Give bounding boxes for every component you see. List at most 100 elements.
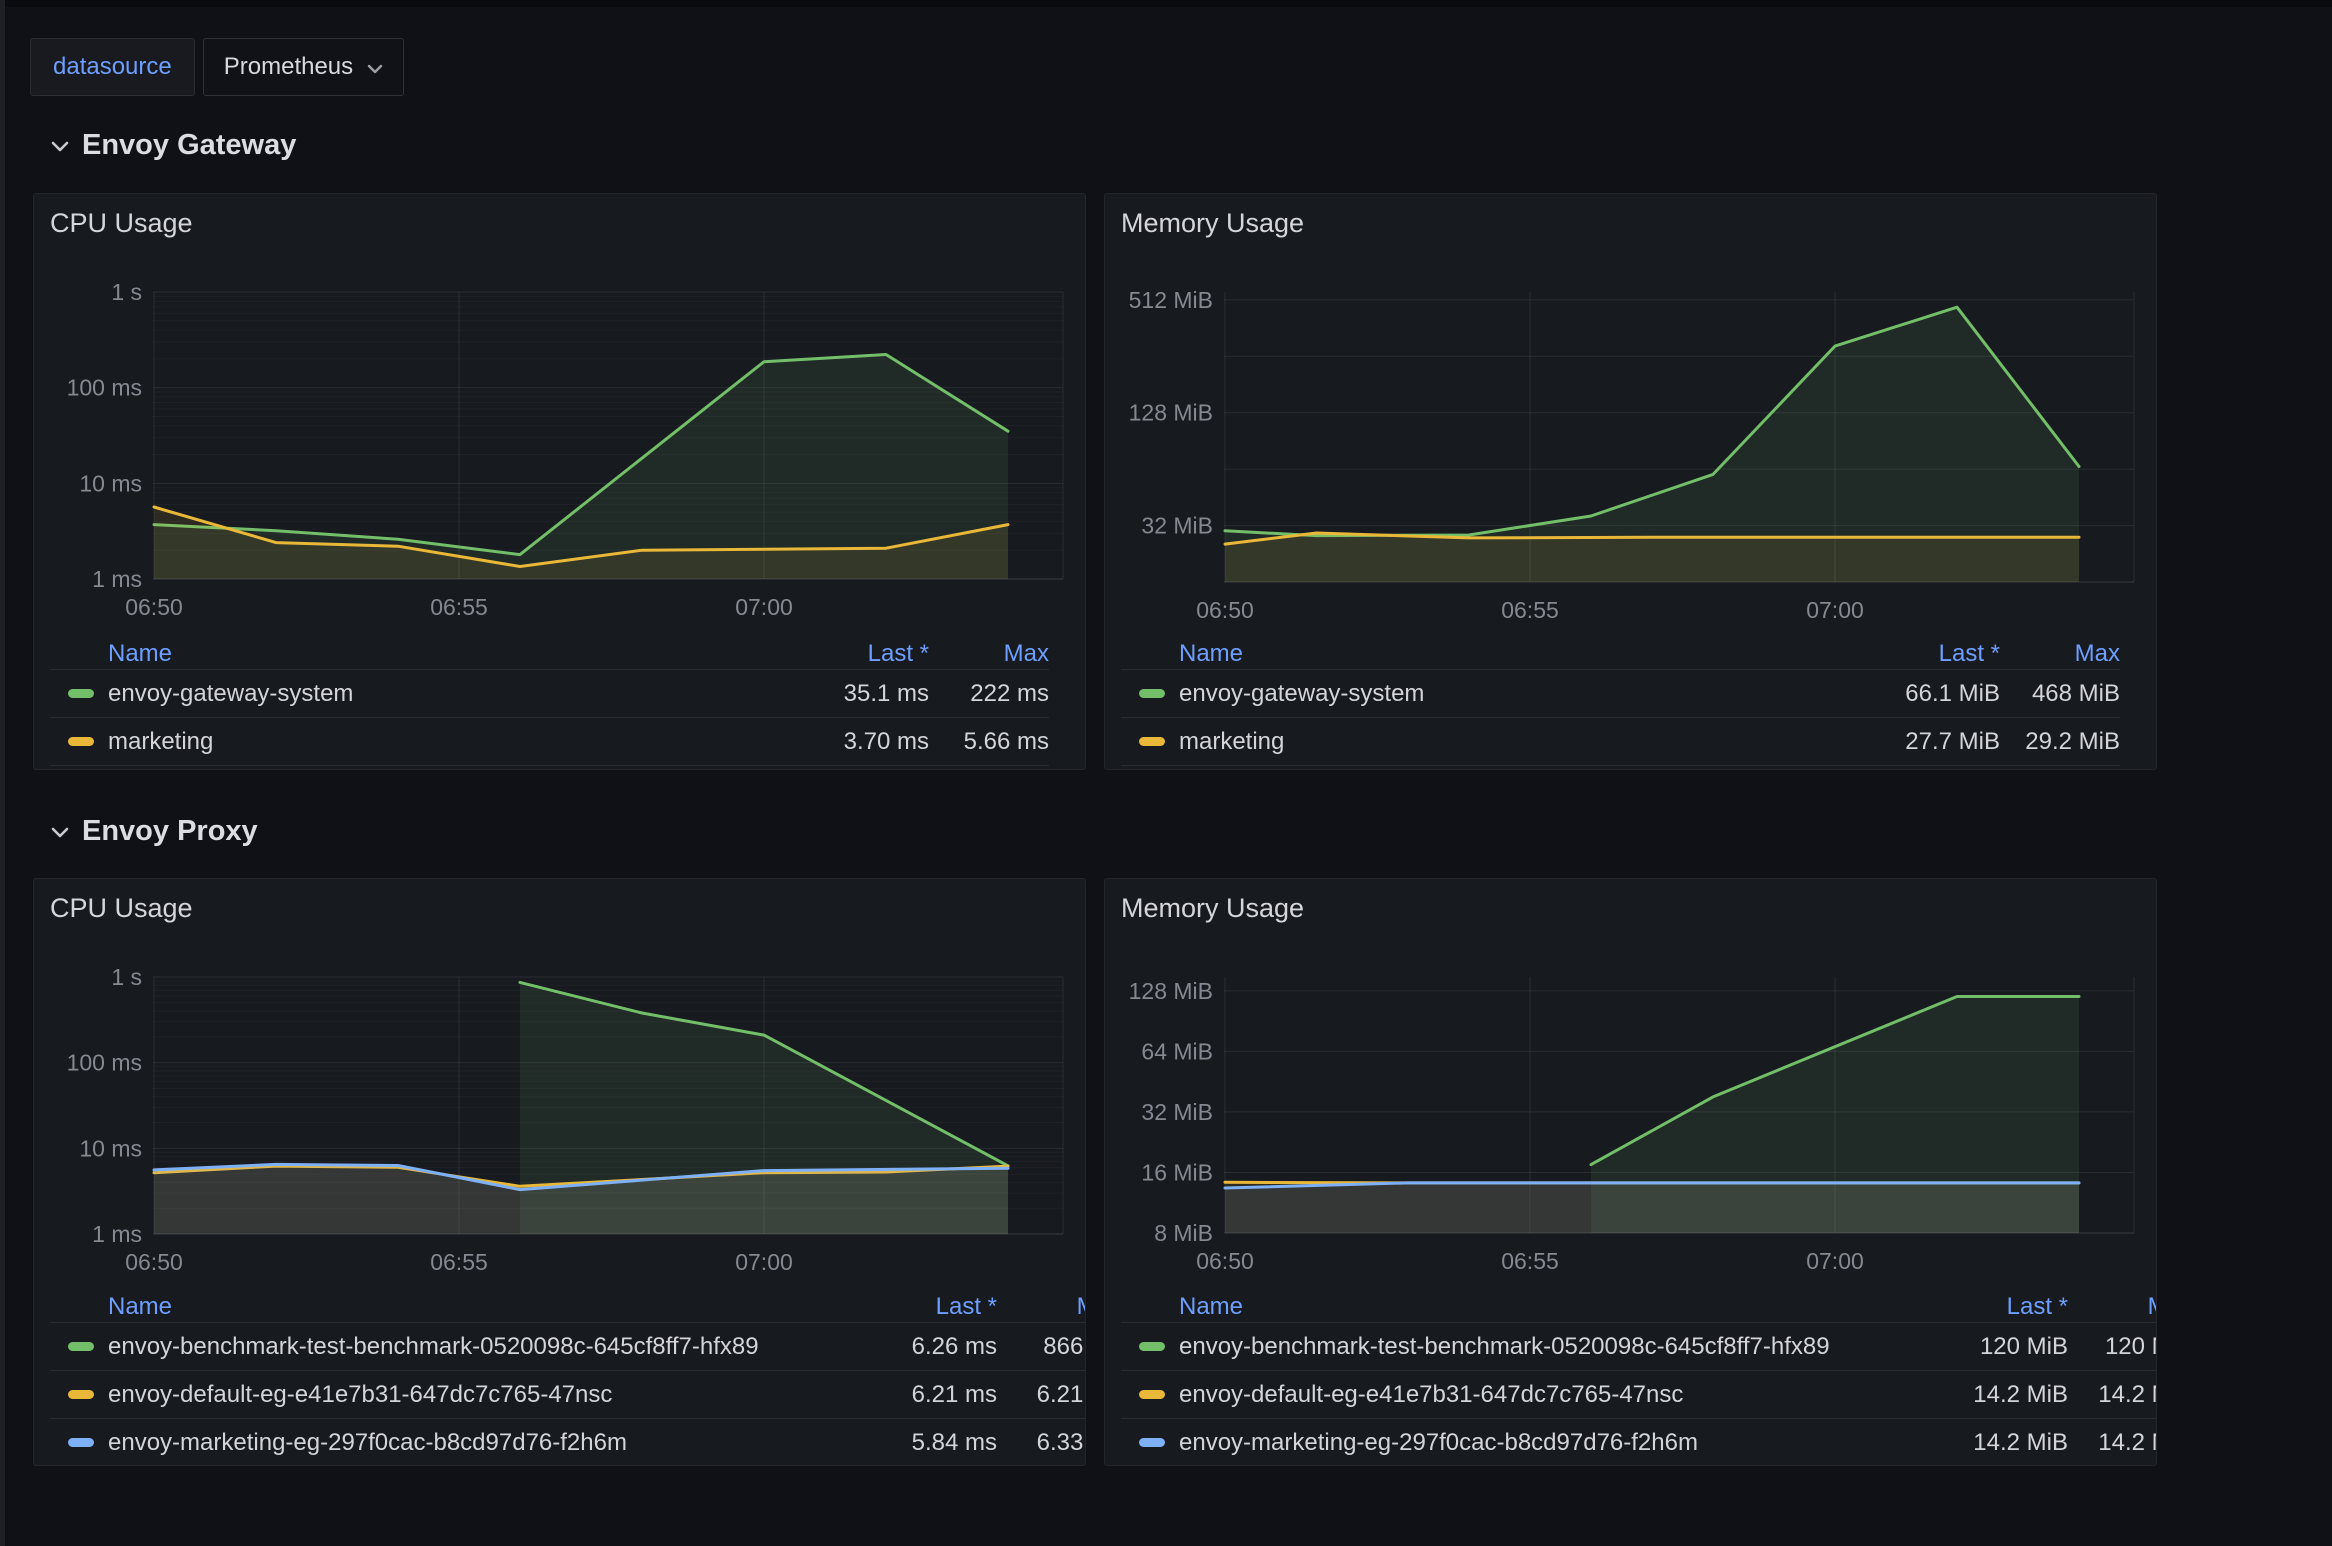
legend-column-last[interactable]: Last * xyxy=(867,1293,997,1321)
legend-series-toggle[interactable]: marketing xyxy=(1121,728,1870,756)
legend-series-toggle[interactable]: envoy-default-eg-e41e7b31-647dc7c765-47n… xyxy=(1121,1381,1938,1409)
x-axis-tick-label: 06:55 xyxy=(430,594,488,620)
timeseries-plot[interactable]: 128 MiB64 MiB32 MiB16 MiB8 MiB06:5006:55… xyxy=(1121,963,2142,1277)
series-color-swatch-icon xyxy=(68,689,94,698)
legend-row: envoy-marketing-eg-297f0cac-b8cd97d76-f2… xyxy=(1121,1418,2157,1466)
legend-row: envoy-marketing-eg-297f0cac-b8cd97d76-f2… xyxy=(50,1418,1086,1466)
legend-end-divider xyxy=(50,765,1049,766)
variable-label-text: datasource xyxy=(53,53,172,81)
y-axis-tick-label: 8 MiB xyxy=(1154,1220,1213,1246)
legend-series-toggle[interactable]: envoy-gateway-system xyxy=(1121,680,1870,708)
series-name: envoy-default-eg-e41e7b31-647dc7c765-47n… xyxy=(108,1381,612,1409)
x-axis-tick-label: 07:00 xyxy=(735,594,793,620)
section-title: Envoy Gateway xyxy=(82,129,296,162)
timeseries-plot[interactable]: 1 s100 ms10 ms1 ms06:5006:5507:00 xyxy=(50,963,1071,1278)
series-max-value: 29.2 MiB xyxy=(2000,728,2120,756)
x-axis-tick-label: 06:50 xyxy=(1196,1248,1254,1274)
datasource-dropdown[interactable]: Prometheus xyxy=(203,38,404,96)
series-name: envoy-benchmark-test-benchmark-0520098c-… xyxy=(1179,1333,1830,1361)
x-axis-tick-label: 06:50 xyxy=(125,594,183,620)
timeseries-plot[interactable]: 1 s100 ms10 ms1 ms06:5006:5507:00 xyxy=(50,278,1071,623)
legend-series-toggle[interactable]: envoy-gateway-system xyxy=(50,680,799,708)
legend-series-toggle[interactable]: envoy-benchmark-test-benchmark-0520098c-… xyxy=(1121,1333,1938,1361)
series-last-value: 35.1 ms xyxy=(799,680,929,708)
legend-column-last[interactable]: Last * xyxy=(799,640,929,668)
series-color-swatch-icon xyxy=(68,1390,94,1399)
series-max-value: 5.66 ms xyxy=(929,728,1049,756)
series-name: envoy-default-eg-e41e7b31-647dc7c765-47n… xyxy=(1179,1381,1683,1409)
y-axis-tick-label: 64 MiB xyxy=(1141,1038,1213,1064)
series-max-value: 6.33 ms xyxy=(997,1429,1086,1457)
section-row-envoy-gateway[interactable]: Envoy Gateway xyxy=(50,129,296,162)
chart-canvas[interactable]: 1 s100 ms10 ms1 ms06:5006:5507:00 xyxy=(50,963,1071,1278)
y-axis-tick-label: 128 MiB xyxy=(1129,978,1213,1004)
x-axis-tick-label: 07:00 xyxy=(735,1249,793,1275)
legend-series-toggle[interactable]: envoy-benchmark-test-benchmark-0520098c-… xyxy=(50,1333,867,1361)
section-row-envoy-proxy[interactable]: Envoy Proxy xyxy=(50,815,258,848)
series-color-swatch-icon xyxy=(68,1342,94,1351)
series-last-value: 14.2 MiB xyxy=(1938,1381,2068,1409)
series-name: envoy-benchmark-test-benchmark-0520098c-… xyxy=(108,1333,759,1361)
series-last-value: 27.7 MiB xyxy=(1870,728,2000,756)
legend-column-max[interactable]: Max xyxy=(2068,1293,2157,1321)
window-top-edge xyxy=(0,0,2332,7)
y-axis-tick-label: 10 ms xyxy=(79,470,142,496)
chevron-down-icon xyxy=(50,826,70,838)
y-axis-tick-label: 100 ms xyxy=(67,1050,142,1076)
series-last-value: 6.26 ms xyxy=(867,1333,997,1361)
panel-title[interactable]: CPU Usage xyxy=(50,893,193,924)
legend-column-max[interactable]: Max xyxy=(997,1293,1086,1321)
legend-column-max[interactable]: Max xyxy=(2000,640,2120,668)
panel-title[interactable]: Memory Usage xyxy=(1121,893,1304,924)
y-axis-tick-label: 128 MiB xyxy=(1129,400,1213,426)
legend-column-name[interactable]: Name xyxy=(1121,640,1870,668)
legend-series-toggle[interactable]: envoy-marketing-eg-297f0cac-b8cd97d76-f2… xyxy=(50,1429,867,1457)
legend-column-last[interactable]: Last * xyxy=(1870,640,2000,668)
chart-canvas[interactable]: 512 MiB128 MiB32 MiB06:5006:5507:00 xyxy=(1121,278,2142,626)
chart-canvas[interactable]: 1 s100 ms10 ms1 ms06:5006:5507:00 xyxy=(50,278,1071,623)
series-max-value: 468 MiB xyxy=(2000,680,2120,708)
dashboard-variables-toolbar: datasource Prometheus xyxy=(30,38,404,96)
legend-column-name[interactable]: Name xyxy=(50,1293,867,1321)
legend-table: NameLast *Max envoy-gateway-system 35.1 ms… xyxy=(50,639,1049,766)
legend-row: envoy-benchmark-test-benchmark-0520098c-… xyxy=(50,1322,1086,1370)
legend-column-max[interactable]: Max xyxy=(929,640,1049,668)
legend-column-name[interactable]: Name xyxy=(50,640,799,668)
legend-column-name[interactable]: Name xyxy=(1121,1293,1938,1321)
x-axis-tick-label: 06:55 xyxy=(430,1249,488,1275)
y-axis-tick-label: 32 MiB xyxy=(1141,513,1213,539)
series-last-value: 3.70 ms xyxy=(799,728,929,756)
panel-cpu-usage-gateway: CPU Usage 1 s100 ms10 ms1 ms06:5006:5507… xyxy=(33,193,1086,770)
chevron-down-icon xyxy=(367,53,383,81)
series-max-value: 14.2 MiB xyxy=(2068,1429,2157,1457)
panel-title[interactable]: CPU Usage xyxy=(50,208,193,239)
legend-series-toggle[interactable]: marketing xyxy=(50,728,799,756)
series-name: envoy-gateway-system xyxy=(108,680,353,708)
chart-canvas[interactable]: 128 MiB64 MiB32 MiB16 MiB8 MiB06:5006:55… xyxy=(1121,963,2142,1277)
y-axis-tick-label: 1 ms xyxy=(92,1221,142,1247)
panel-title[interactable]: Memory Usage xyxy=(1121,208,1304,239)
series-max-value: 222 ms xyxy=(929,680,1049,708)
timeseries-plot[interactable]: 512 MiB128 MiB32 MiB06:5006:5507:00 xyxy=(1121,278,2142,626)
x-axis-tick-label: 06:55 xyxy=(1501,597,1559,623)
x-axis-tick-label: 06:50 xyxy=(125,1249,183,1275)
legend-row: envoy-gateway-system 35.1 ms222 ms xyxy=(50,669,1049,717)
legend-column-last[interactable]: Last * xyxy=(1938,1293,2068,1321)
panel-cpu-usage-proxy: CPU Usage 1 s100 ms10 ms1 ms06:5006:5507… xyxy=(33,878,1086,1466)
legend-header-row: NameLast *Max xyxy=(50,1292,1086,1322)
legend-row: envoy-gateway-system66.1 MiB468 MiB xyxy=(1121,669,2120,717)
series-max-value: 6.21 ms xyxy=(997,1381,1086,1409)
series-color-swatch-icon xyxy=(1139,689,1165,698)
series-max-value: 120 MiB xyxy=(2068,1333,2157,1361)
legend-series-toggle[interactable]: envoy-marketing-eg-297f0cac-b8cd97d76-f2… xyxy=(1121,1429,1938,1457)
y-axis-tick-label: 512 MiB xyxy=(1129,287,1213,313)
chevron-down-icon xyxy=(50,140,70,152)
x-axis-tick-label: 06:50 xyxy=(1196,597,1254,623)
series-color-swatch-icon xyxy=(1139,737,1165,746)
panel-memory-usage-proxy: Memory Usage 128 MiB64 MiB32 MiB16 MiB8 … xyxy=(1104,878,2157,1466)
legend-header-row: NameLast *Max xyxy=(1121,639,2120,669)
series-name: marketing xyxy=(1179,728,1284,756)
legend-row: envoy-default-eg-e41e7b31-647dc7c765-47n… xyxy=(50,1370,1086,1418)
legend-series-toggle[interactable]: envoy-default-eg-e41e7b31-647dc7c765-47n… xyxy=(50,1381,867,1409)
y-axis-tick-label: 1 s xyxy=(111,964,142,990)
